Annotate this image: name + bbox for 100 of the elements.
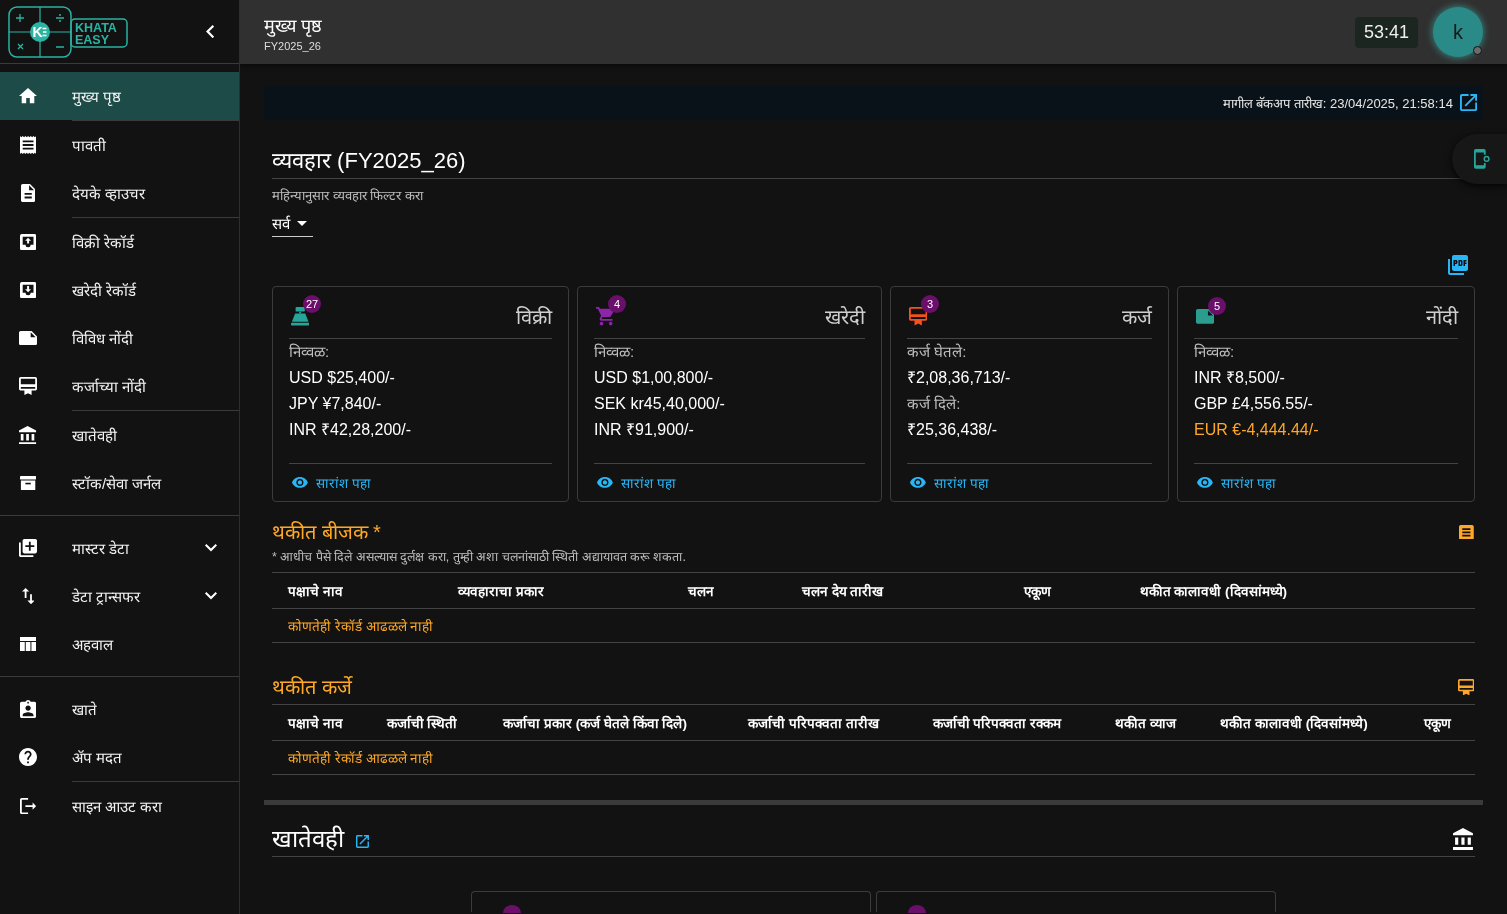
amount-text: ₹25,36,438/- bbox=[907, 420, 998, 440]
amount-text: GBP £4,556.55/- bbox=[1194, 394, 1314, 414]
nav-item[interactable]: मुख्य पृष्ठ bbox=[0, 72, 239, 120]
nav-item[interactable]: खाते bbox=[0, 685, 239, 733]
column-header: पक्षाचे नाव bbox=[272, 572, 442, 609]
summary-link[interactable]: सारांश पहा bbox=[597, 473, 676, 492]
empty-message: कोणतेही रेकॉर्ड आढळले नाही bbox=[272, 740, 1475, 775]
amount-label: निव्वळ: bbox=[289, 342, 331, 362]
eye-icon bbox=[292, 477, 308, 488]
amount-text: EUR €-4,444.44/- bbox=[1194, 420, 1320, 440]
card-title: खरेदी bbox=[825, 305, 865, 330]
table-icon bbox=[19, 636, 37, 652]
card-title: नोंदी bbox=[1426, 305, 1458, 330]
list-icon bbox=[1459, 524, 1474, 540]
swap-arrows-icon bbox=[21, 587, 35, 605]
upload-tray-icon bbox=[19, 233, 37, 251]
logout-icon bbox=[19, 797, 37, 815]
page-title: मुख्य पृष्ठ bbox=[264, 14, 322, 37]
chevron-left-icon[interactable] bbox=[205, 24, 214, 39]
section-title: थकीत बीजक * bbox=[272, 520, 381, 545]
section-title: खातेवही bbox=[272, 824, 344, 854]
page-subtitle: FY2025_26 bbox=[264, 39, 322, 52]
nav-item[interactable]: स्टॉक/सेवा जर्नल bbox=[0, 459, 239, 507]
amount-text: INR ₹8,500/- bbox=[1194, 368, 1286, 388]
nav-item[interactable]: विक्री रेकॉर्ड bbox=[0, 218, 239, 266]
nav-item[interactable]: अहवाल bbox=[0, 620, 239, 668]
document-icon bbox=[20, 184, 36, 202]
footnote-text: * आधीच पैसे दिले असल्यास दुर्लक्ष करा, तुम्ही अशा चलनांसाठी स्थिती अद्यायावत करू शकता. bbox=[272, 549, 687, 565]
count-badge: 5 bbox=[1208, 297, 1226, 316]
summary-link[interactable]: सारांश पहा bbox=[1197, 473, 1276, 492]
column-header: कर्जाचा प्रकार (कर्ज घेतले किंवा दिले) bbox=[487, 704, 733, 741]
nav-item[interactable]: कर्जाच्या नोंदी bbox=[0, 362, 239, 410]
external-link-icon[interactable] bbox=[1459, 94, 1477, 112]
column-header: व्यवहाराचा प्रकार bbox=[441, 572, 673, 609]
column-header: थकीत व्याज bbox=[1098, 704, 1205, 741]
amount-label: कर्ज घेतले: bbox=[907, 342, 968, 362]
download-tray-icon bbox=[19, 281, 37, 299]
id-badge-icon bbox=[19, 700, 37, 718]
nav-item[interactable]: खरेदी रेकॉर्ड bbox=[0, 266, 239, 314]
ribbon-card-icon bbox=[19, 377, 37, 395]
amount-label: कर्ज दिले: bbox=[907, 394, 962, 414]
eye-icon bbox=[910, 477, 926, 488]
avatar-button[interactable]: k bbox=[1433, 7, 1483, 57]
summary-link[interactable]: सारांश पहा bbox=[910, 473, 989, 492]
column-header: कर्जाची परिपक्वता रक्कम bbox=[916, 704, 1099, 741]
nav-item[interactable]: पावती bbox=[0, 121, 239, 169]
phone-settings-icon bbox=[1474, 149, 1491, 169]
column-header: एकूण bbox=[1008, 572, 1124, 609]
count-badge: 27 bbox=[303, 295, 322, 314]
column-header: चलन देय तारीख bbox=[785, 572, 1009, 609]
amount-text: USD $25,400/- bbox=[289, 368, 396, 388]
caret-icon bbox=[297, 220, 307, 226]
home-icon bbox=[19, 88, 37, 104]
help-icon bbox=[19, 748, 37, 766]
column-header: चलन bbox=[672, 572, 786, 609]
note-icon bbox=[19, 330, 37, 346]
amount-text: JPY ¥7,840/- bbox=[289, 394, 383, 414]
nav-item[interactable]: साइन आउट करा bbox=[0, 782, 239, 830]
amount-text: INR ₹42,28,200/- bbox=[289, 420, 412, 440]
column-header: एकूण bbox=[1407, 704, 1475, 741]
section-title: थकीत कर्जे bbox=[272, 675, 352, 700]
column-header: कर्जाची स्थिती bbox=[370, 704, 488, 741]
count-badge: 3 bbox=[921, 295, 939, 314]
nav-item[interactable]: विविध नोंदी bbox=[0, 314, 239, 362]
nav-item[interactable]: खातेवही bbox=[0, 411, 239, 459]
column-header: कर्जाची परिपक्वता तारीख bbox=[732, 704, 917, 741]
column-header: पक्षाचे नाव bbox=[272, 704, 371, 741]
pdf-icon[interactable] bbox=[1448, 255, 1468, 275]
bank-icon bbox=[19, 425, 37, 445]
device-settings-button[interactable] bbox=[1452, 134, 1507, 184]
month-filter-select[interactable]: सर्व bbox=[272, 210, 313, 237]
archive-box-icon bbox=[19, 475, 37, 491]
amount-text: USD $1,00,800/- bbox=[594, 368, 715, 388]
card-title: कर्ज bbox=[1122, 305, 1152, 330]
column-header: थकीत कालावधी (दिवसांमध्ये) bbox=[1123, 572, 1475, 609]
session-timer: 53:41 bbox=[1354, 16, 1418, 48]
summary-link[interactable]: सारांश पहा bbox=[292, 473, 371, 492]
bank-icon bbox=[1453, 827, 1473, 850]
card-title: विक्री bbox=[516, 305, 552, 330]
nav-item[interactable]: ॲप मदत bbox=[0, 733, 239, 781]
receipt-icon bbox=[19, 136, 37, 154]
amount-text: SEK kr45,40,000/- bbox=[594, 394, 726, 414]
amount-label: निव्वळ: bbox=[1194, 342, 1236, 362]
column-header: थकीत कालावधी (दिवसांमध्ये) bbox=[1204, 704, 1408, 741]
amount-text: ₹2,08,36,713/- bbox=[907, 368, 1012, 388]
amount-label: निव्वळ: bbox=[594, 342, 636, 362]
eye-icon bbox=[1197, 477, 1213, 488]
backup-date-text: मागील बॅकअप तारीख: 23/04/2025, 21:58:14 bbox=[1222, 95, 1453, 112]
nav-item[interactable]: मास्टर डेटा bbox=[0, 524, 239, 572]
app-logo: K KHATA EASY bbox=[8, 5, 128, 58]
add-stack-icon bbox=[19, 539, 37, 557]
amount-text: INR ₹91,900/- bbox=[594, 420, 695, 440]
external-link-icon[interactable] bbox=[356, 835, 369, 848]
nav-item[interactable]: देयके व्हाउचर bbox=[0, 169, 239, 217]
filter-label: महिन्यानुसार व्यवहार फिल्टर करा bbox=[272, 188, 425, 204]
ribbon-card-icon bbox=[1457, 678, 1474, 696]
empty-message: कोणतेही रेकॉर्ड आढळले नाही bbox=[272, 608, 1475, 643]
eye-icon bbox=[597, 477, 613, 488]
nav-item[interactable]: डेटा ट्रान्सफर bbox=[0, 572, 239, 620]
count-badge: 4 bbox=[608, 295, 626, 314]
